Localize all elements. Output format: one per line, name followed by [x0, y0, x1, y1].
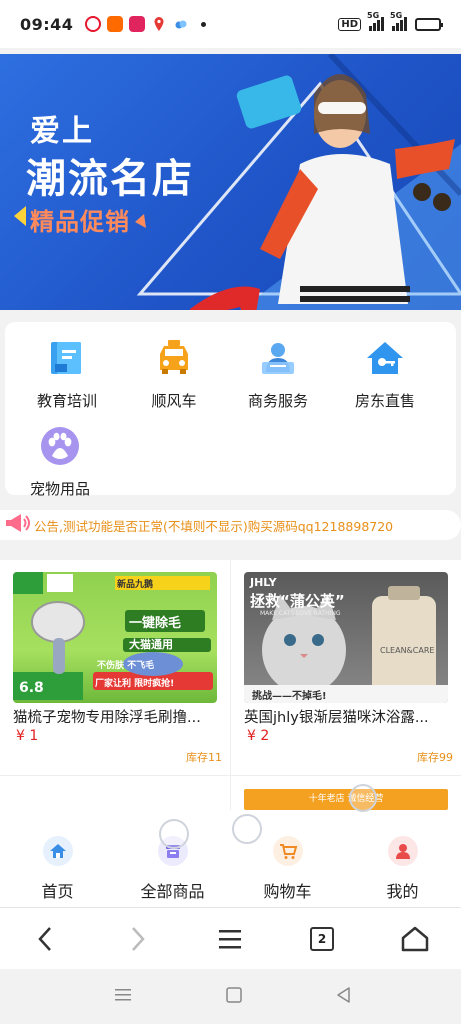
house-icon	[365, 338, 405, 378]
forward-button[interactable]	[118, 921, 158, 957]
shopping-app-icon	[129, 16, 146, 32]
category-label: 顺风车	[151, 392, 197, 410]
banner-line-1: 爱上	[30, 114, 94, 149]
tab-mine[interactable]: 我的	[345, 836, 460, 902]
category-grid: 教育培训 顺风车 商务服务 房东直售 宠物用品	[5, 322, 456, 498]
product-image-text: 拯救“蒲公英”	[250, 592, 345, 610]
home-icon	[42, 836, 73, 866]
product-image-text: 挑战——不掉毛!	[252, 691, 327, 702]
chevron-left-icon	[38, 927, 51, 951]
product-image-text: 6.8	[19, 680, 44, 696]
notice-text: 公告,测试功能是否正常(不填则不显示)购买源码qq1218898720	[34, 518, 394, 534]
banner-line-3: 精品促销	[30, 208, 130, 236]
product-image-text: 一键除毛	[129, 616, 182, 631]
category-pet[interactable]: 宠物用品	[5, 426, 115, 499]
category-business[interactable]: 商务服务	[223, 338, 333, 411]
tab-cart[interactable]: 购物车	[230, 836, 345, 902]
network-type: 5G	[390, 11, 403, 20]
map-pin-icon	[151, 16, 168, 32]
banner-line-2: 潮流名店	[26, 156, 194, 202]
touch-indicator	[159, 819, 189, 849]
tab-label: 我的	[386, 882, 419, 901]
recent-apps-button[interactable]	[114, 987, 132, 1007]
product-image-text: MAKE CATS LOVE BATHING	[260, 610, 341, 617]
battery-icon	[415, 17, 443, 31]
category-label: 商务服务	[247, 392, 308, 410]
signal-icon: 5G	[367, 11, 384, 31]
system-back-button[interactable]	[335, 987, 353, 1007]
product-card[interactable]: JHLY 拯救“蒲公英” MAKE CATS LOVE BATHING 挑战——…	[231, 560, 461, 775]
product-name: 猫梳子宠物专用除浮毛刷撸...	[13, 710, 201, 726]
promo-banner[interactable]: 爱上 潮流名店 精品促销	[0, 54, 461, 310]
tab-count: 2	[317, 932, 327, 946]
tab-count-icon: 2	[310, 927, 334, 951]
user-icon	[387, 836, 418, 866]
status-time: 09:44	[20, 14, 74, 34]
product-image: JHLY 拯救“蒲公英” MAKE CATS LOVE BATHING 挑战——…	[244, 572, 448, 703]
signal-icon: 5G	[390, 11, 407, 31]
education-icon	[47, 338, 87, 378]
square-icon	[226, 987, 242, 1003]
product-price: ¥ 2	[247, 728, 270, 744]
category-label: 房东直售	[354, 392, 415, 410]
tab-label: 全部商品	[140, 882, 205, 901]
category-landlord[interactable]: 房东直售	[330, 338, 440, 411]
triangle-back-icon	[337, 987, 350, 1003]
product-price: ¥ 1	[16, 728, 39, 744]
category-label: 宠物用品	[29, 480, 90, 498]
product-image-text: CLEAN&CARE	[380, 646, 435, 655]
status-bar: 09:44 HD 5G 5G	[0, 0, 461, 48]
product-image-partial[interactable]: 十年老店 诚信经营	[244, 789, 448, 810]
product-image-text: 大猫通用	[129, 638, 173, 651]
product-grid: 新品九鹅 一键除毛 大猫通用 不伤肤 不飞毛 6.8 厂家让利 限时疯抢! 猫梳…	[0, 560, 461, 810]
product-image-text: 厂家让利 限时疯抢!	[95, 679, 175, 689]
home-outline-icon	[401, 926, 429, 952]
taobao-icon	[107, 16, 124, 32]
grid-divider	[230, 560, 231, 810]
product-image-text: JHLY	[250, 576, 277, 589]
product-image-text: 新品九鹅	[117, 580, 154, 590]
chevron-right-icon	[132, 927, 145, 951]
grid-divider	[0, 775, 461, 776]
weibo-icon	[85, 16, 102, 32]
product-name: 英国jhly银渐层猫咪沐浴露...	[244, 710, 429, 726]
menu-lines-icon	[115, 989, 131, 1001]
pet-paw-icon	[40, 426, 80, 466]
tab-label: 首页	[41, 882, 74, 901]
cloud-app-icon	[173, 16, 190, 32]
category-education[interactable]: 教育培训	[12, 338, 122, 411]
system-nav-bar	[0, 969, 461, 1024]
notice-bar[interactable]: 公告,测试功能是否正常(不填则不显示)购买源码qq1218898720	[0, 510, 461, 540]
product-image: 新品九鹅 一键除毛 大猫通用 不伤肤 不飞毛 6.8 厂家让利 限时疯抢!	[13, 572, 217, 703]
network-type: 5G	[367, 11, 380, 20]
category-rideshare[interactable]: 顺风车	[119, 338, 229, 411]
bottom-tab-bar: 首页 全部商品 购物车 我的	[0, 784, 461, 907]
product-image-text: 不伤肤 不飞毛	[97, 661, 155, 671]
product-card[interactable]: 新品九鹅 一键除毛 大猫通用 不伤肤 不飞毛 6.8 厂家让利 限时疯抢! 猫梳…	[0, 560, 230, 775]
more-notifications-dot	[201, 21, 207, 27]
hd-badge: HD	[338, 17, 361, 31]
back-button[interactable]	[25, 921, 65, 957]
browser-toolbar: 2	[0, 907, 461, 969]
tab-home[interactable]: 首页	[0, 836, 115, 902]
tabs-button[interactable]: 2	[302, 921, 342, 957]
category-label: 教育培训	[36, 392, 97, 410]
product-stock: 库存11	[186, 751, 222, 764]
system-home-button[interactable]	[225, 987, 243, 1007]
touch-indicator	[232, 814, 262, 844]
menu-button[interactable]	[210, 921, 250, 957]
megaphone-icon	[4, 512, 30, 538]
business-icon	[258, 338, 298, 378]
tab-label: 购物车	[263, 882, 312, 901]
hamburger-icon	[219, 930, 241, 949]
product-stock: 库存99	[417, 751, 453, 764]
cart-icon	[272, 836, 303, 866]
browser-home-button[interactable]	[395, 921, 435, 957]
notification-icons	[85, 16, 207, 32]
touch-indicator	[349, 784, 377, 812]
car-icon	[154, 338, 194, 378]
